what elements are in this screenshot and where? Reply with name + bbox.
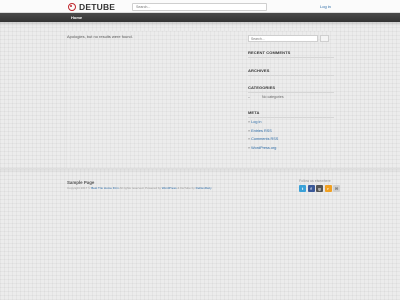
footer-shadow (0, 169, 400, 173)
top-bar: DETUBE Log in (0, 0, 400, 13)
wordpress-link[interactable]: WordPress (162, 186, 177, 190)
sidebar-search-button[interactable] (320, 35, 329, 42)
no-categories-item: – No categories (248, 95, 284, 100)
content-area (66, 31, 334, 168)
follow-label: Follow us elsewhere (299, 179, 331, 183)
meta-link-entries-rss[interactable]: »Entries RSS (248, 127, 278, 136)
copyright-text: Copyright 2017 © Best Trio Home Firm All… (67, 186, 212, 190)
meta-title: META (248, 110, 260, 115)
facebook-icon[interactable]: f (307, 185, 315, 192)
meta-link-wordpress[interactable]: »WordPress.org (248, 144, 278, 153)
arrow-icon: » (248, 137, 251, 141)
archives-title: ARCHIVES (248, 68, 270, 73)
list-bullet: – (248, 95, 250, 99)
arrow-icon: » (248, 145, 251, 150)
meta-link-label: WordPress.org (251, 145, 277, 150)
nav-shadow (0, 22, 400, 26)
meta-link-label: Entries RSS (251, 128, 272, 133)
email-icon[interactable]: ✉ (333, 185, 340, 192)
login-link[interactable]: Log in (320, 3, 331, 10)
meta-link-comments-rss[interactable]: »Comments RSS (248, 135, 278, 144)
widget-divider (248, 57, 334, 58)
copyright-by: & DeTube by (176, 186, 196, 190)
no-categories-text: No categories (262, 95, 284, 99)
twitter-icon[interactable]: t (299, 185, 306, 192)
header-search-input[interactable] (132, 3, 267, 11)
recent-comments-title: RECENT COMMENTS (248, 50, 291, 55)
no-results-message: Apologies, but no results were found. (67, 34, 133, 39)
arrow-icon: » (248, 128, 251, 133)
logo-icon (68, 3, 76, 11)
main-nav: Home (0, 13, 400, 22)
meta-link-label: Comments RSS (251, 137, 279, 141)
social-links: t f g r ✉ (299, 185, 340, 192)
categories-title: CATEGORIES (248, 85, 276, 90)
copyright-prefix: Copyright 2017 © (67, 186, 92, 190)
rss-icon[interactable]: r (324, 185, 332, 192)
site-logo[interactable]: DETUBE (68, 2, 115, 12)
theme-author-link[interactable]: DeDevRazy (196, 186, 212, 190)
meta-link-login[interactable]: »Log in (248, 118, 278, 127)
copyright-site-link[interactable]: Best Trio Home Firm (91, 186, 119, 190)
widget-divider (248, 92, 334, 93)
meta-links: »Log in »Entries RSS »Comments RSS »Word… (248, 118, 278, 152)
widget-divider (248, 75, 334, 76)
logo-text: DETUBE (79, 2, 116, 12)
nav-item-home[interactable]: Home (71, 13, 82, 22)
sidebar-search-input[interactable] (248, 35, 318, 42)
meta-link-label: Log in (251, 120, 262, 124)
copyright-middle: All rights reserved. Powered by (118, 186, 162, 190)
googleplus-icon[interactable]: g (316, 185, 323, 192)
arrow-icon: » (248, 120, 251, 124)
